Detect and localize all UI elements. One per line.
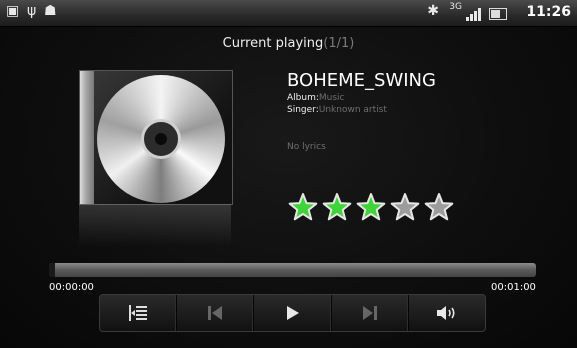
player-screen: ▣ ψ ☗ ✱ 3G 11:26 Current playing(1/1) BO… [0, 0, 577, 348]
album-art-reflection [79, 204, 231, 246]
playlist-icon [129, 305, 148, 321]
network-type: 3G [449, 2, 462, 12]
signal-icon [466, 7, 484, 21]
usb-icon: ψ [27, 3, 37, 19]
rating-stars[interactable] [288, 192, 454, 222]
cd-icon [97, 75, 225, 203]
play-icon [286, 306, 299, 320]
star-filled-icon[interactable] [322, 192, 352, 222]
track-count: (1/1) [323, 36, 355, 51]
status-bar: ▣ ψ ☗ ✱ 3G 11:26 [0, 0, 577, 27]
next-button[interactable] [332, 295, 409, 331]
lyrics-text: No lyrics [287, 142, 326, 152]
total-duration: 00:01:00 [491, 282, 536, 293]
elapsed-time: 00:00:00 [49, 282, 94, 293]
playlist-button[interactable] [100, 295, 178, 331]
progress-thumb[interactable] [49, 263, 55, 277]
sim-icon: ▣ [6, 3, 20, 19]
singer-value: Unknown artist [318, 105, 387, 115]
album-info: Album:Music [287, 93, 344, 103]
progress-bar[interactable] [49, 263, 536, 277]
next-icon [362, 306, 377, 320]
volume-button[interactable] [409, 295, 485, 331]
star-empty-icon[interactable] [390, 192, 420, 222]
previous-button[interactable] [177, 295, 255, 331]
playback-controls [99, 294, 486, 332]
singer-info: Singer:Unknown artist [287, 105, 387, 115]
star-empty-icon[interactable] [424, 192, 454, 222]
now-playing-label: Current playing [222, 36, 324, 51]
bluetooth-icon: ✱ [427, 3, 439, 19]
play-button[interactable] [254, 295, 332, 331]
now-playing-header: Current playing(1/1) [0, 36, 577, 51]
star-filled-icon[interactable] [356, 192, 386, 222]
album-label: Album: [287, 93, 319, 103]
album-value: Music [318, 93, 345, 103]
album-art [79, 70, 233, 205]
battery-icon [489, 8, 507, 20]
star-filled-icon[interactable] [288, 192, 318, 222]
song-title: BOHEME_SWING [287, 70, 436, 91]
singer-label: Singer: [287, 105, 319, 115]
volume-icon [436, 306, 455, 320]
previous-icon [208, 306, 223, 320]
android-debug-icon: ☗ [44, 3, 57, 19]
clock: 11:26 [526, 4, 571, 20]
